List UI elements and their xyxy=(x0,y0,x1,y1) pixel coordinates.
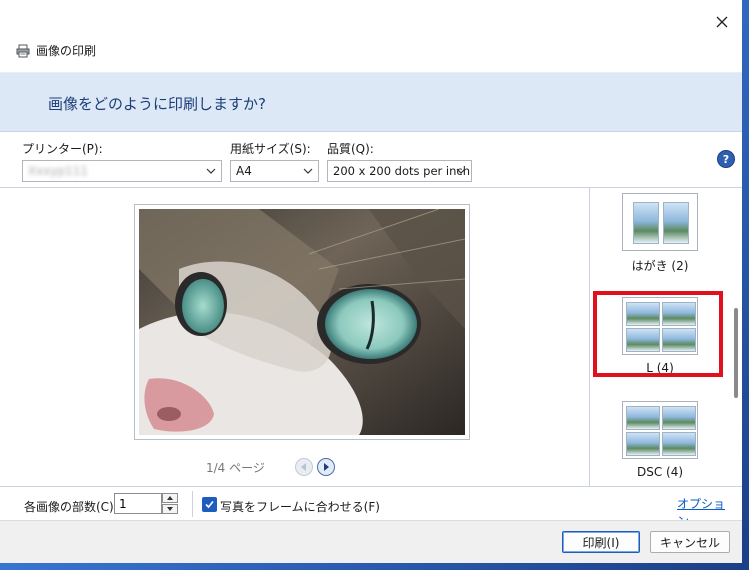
copies-spinner xyxy=(162,493,178,514)
layout-item-dsc[interactable]: DSC (4) xyxy=(590,401,730,479)
chevron-down-icon xyxy=(206,168,216,174)
page-navigation: 1/4 ページ xyxy=(206,458,339,476)
page-indicator: 1/4 ページ xyxy=(206,460,265,475)
window-title: 画像の印刷 xyxy=(36,44,97,58)
scrollbar-thumb[interactable] xyxy=(734,308,738,398)
next-page-button[interactable] xyxy=(316,458,335,476)
layout-scrollbar[interactable] xyxy=(732,190,740,484)
layout-label: L (4) xyxy=(646,361,674,375)
arrow-left-icon xyxy=(300,463,306,471)
print-button[interactable]: 印刷(I) xyxy=(562,531,640,553)
printer-value: Xxxyp111 xyxy=(28,164,89,178)
divider xyxy=(192,491,193,517)
photo-frame xyxy=(134,204,470,440)
layout-item-postcard[interactable]: はがき (2) xyxy=(590,193,730,274)
copies-input[interactable] xyxy=(114,493,162,514)
increment-button[interactable] xyxy=(162,493,178,503)
header-question: 画像をどのように印刷しますか? xyxy=(48,95,266,113)
cat-photo xyxy=(139,209,465,435)
copies-label: 各画像の部数(C): xyxy=(24,500,118,514)
chevron-down-icon xyxy=(456,168,466,174)
fit-to-frame-checkbox[interactable] xyxy=(202,497,217,512)
print-pictures-dialog: 画像の印刷 画像をどのように印刷しますか? プリンター(P): Xxxyp111… xyxy=(0,0,742,563)
printer-icon xyxy=(16,44,30,57)
title-row: 画像の印刷 xyxy=(16,42,96,59)
layout-label: はがき (2) xyxy=(631,259,689,273)
paper-size-select[interactable]: A4 xyxy=(230,160,319,182)
layout-item-l[interactable]: L (4) xyxy=(590,297,730,375)
arrow-up-icon xyxy=(167,496,173,500)
title-bar: 画像の印刷 xyxy=(0,0,742,72)
paper-size-label: 用紙サイズ(S): xyxy=(230,142,311,156)
preview-pane: 1/4 ページ xyxy=(0,188,590,486)
close-icon xyxy=(716,16,728,28)
quality-select[interactable]: 200 x 200 dots per inch xyxy=(327,160,472,182)
printer-select[interactable]: Xxxyp111 xyxy=(22,160,222,182)
printer-label: プリンター(P): xyxy=(22,142,103,156)
layout-thumbnail xyxy=(622,401,698,459)
paper-size-value: A4 xyxy=(236,164,252,178)
layout-label: DSC (4) xyxy=(636,465,684,479)
close-button[interactable] xyxy=(710,10,734,34)
print-settings-bar: プリンター(P): Xxxyp111 用紙サイズ(S): A4 品質(Q): 2… xyxy=(0,132,742,188)
header-band: 画像をどのように印刷しますか? xyxy=(0,72,742,132)
fit-to-frame-label[interactable]: 写真をフレームに合わせる(F) xyxy=(220,498,380,515)
arrow-down-icon xyxy=(167,507,173,511)
quality-value: 200 x 200 dots per inch xyxy=(333,164,471,178)
checkmark-icon xyxy=(205,500,214,509)
layout-thumbnail xyxy=(622,297,698,355)
arrow-right-icon xyxy=(323,463,329,471)
options-bar: 各画像の部数(C): 写真をフレームに合わせる(F) オプション... xyxy=(0,486,742,528)
cancel-button[interactable]: キャンセル xyxy=(650,531,730,553)
quality-label: 品質(Q): xyxy=(327,142,374,156)
layout-list[interactable]: はがき (2) L (4) DSC (4) xyxy=(590,188,742,486)
decrement-button[interactable] xyxy=(162,504,178,514)
chevron-down-icon xyxy=(303,168,313,174)
previous-page-button[interactable] xyxy=(294,458,313,476)
layout-thumbnail xyxy=(622,193,698,251)
help-icon[interactable]: ? xyxy=(717,150,735,168)
dialog-footer: 印刷(I) キャンセル xyxy=(0,520,742,563)
